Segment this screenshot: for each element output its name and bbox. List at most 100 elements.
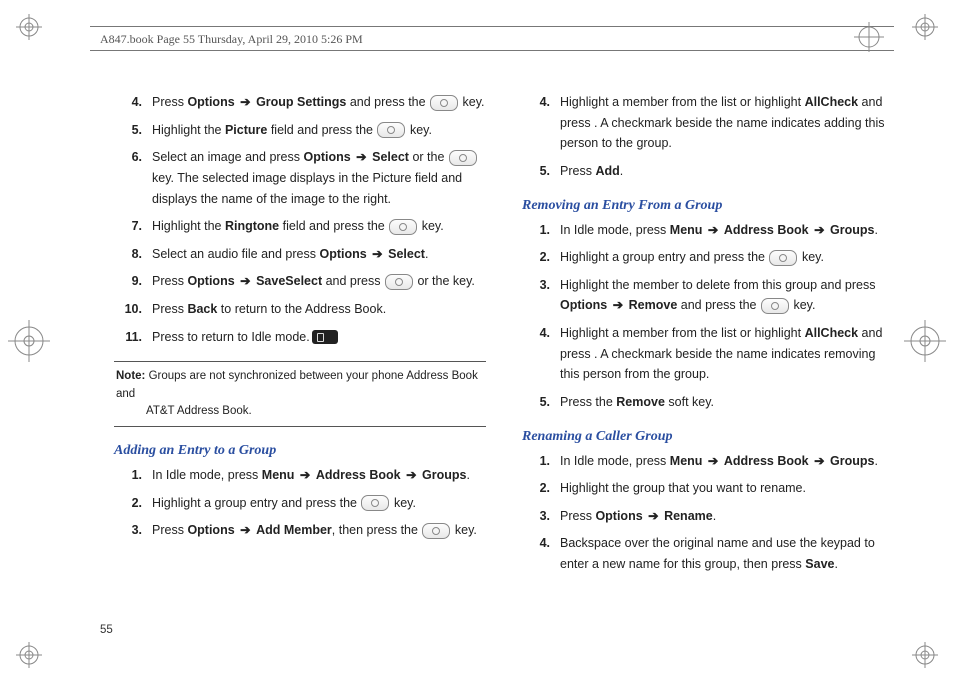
crop-mark-icon [16, 642, 42, 668]
step-text: Highlight the group that you want to ren… [560, 478, 894, 499]
step-item: 5.Press the Remove soft key. [522, 392, 894, 413]
step-text: Select an audio file and press Options ➔… [152, 244, 486, 265]
step-item: 8.Select an audio file and press Options… [114, 244, 486, 265]
header-rule [90, 26, 894, 27]
step-item: 4.Highlight a member from the list or hi… [522, 323, 894, 385]
step-text: Press Options ➔ Rename. [560, 506, 894, 527]
step-item: 6.Select an image and press Options ➔ Se… [114, 147, 486, 209]
step-item: 2.Highlight a group entry and press the … [522, 247, 894, 268]
step-text: Highlight a member from the list or high… [560, 323, 894, 385]
step-number: 3. [522, 275, 560, 316]
step-number: 3. [114, 520, 152, 541]
center-key-icon [430, 95, 458, 111]
crop-mark-icon [912, 14, 938, 40]
step-text: Highlight the member to delete from this… [560, 275, 894, 316]
step-number: 6. [114, 147, 152, 209]
step-item: 2.Highlight the group that you want to r… [522, 478, 894, 499]
step-number: 1. [522, 451, 560, 472]
center-key-icon [377, 122, 405, 138]
step-number: 8. [114, 244, 152, 265]
step-text: Press the Remove soft key. [560, 392, 894, 413]
step-number: 1. [114, 465, 152, 486]
step-item: 9.Press Options ➔ SaveSelect and press o… [114, 271, 486, 292]
registration-mark-icon [854, 22, 884, 52]
step-number: 4. [114, 92, 152, 113]
page-number: 55 [100, 624, 113, 636]
step-text: Press Options ➔ SaveSelect and press or … [152, 271, 486, 292]
note-text: Groups are not synchronized between your… [116, 370, 478, 399]
step-number: 2. [522, 247, 560, 268]
center-key-icon [361, 495, 389, 511]
header-rule [90, 50, 894, 51]
step-text: In Idle mode, press Menu ➔ Address Book … [560, 451, 894, 472]
step-number: 2. [114, 493, 152, 514]
step-number: 5. [522, 392, 560, 413]
note-text-cont: AT&T Address Book. [116, 403, 484, 420]
step-text: Highlight a group entry and press the ke… [152, 493, 486, 514]
registration-mark-icon [904, 320, 946, 362]
step-text: In Idle mode, press Menu ➔ Address Book … [560, 220, 894, 241]
step-number: 10. [114, 299, 152, 320]
note-box: Note: Groups are not synchronized betwee… [114, 361, 486, 427]
step-item: 5.Highlight the Picture field and press … [114, 120, 486, 141]
step-item: 3.Press Options ➔ Add Member, then press… [114, 520, 486, 541]
step-number: 1. [522, 220, 560, 241]
page-body: 4.Press Options ➔ Group Settings and pre… [114, 92, 894, 622]
step-item: 10.Press Back to return to the Address B… [114, 299, 486, 320]
step-list: 1.In Idle mode, press Menu ➔ Address Boo… [522, 220, 894, 413]
crop-mark-icon [16, 14, 42, 40]
step-list: 4.Highlight a member from the list or hi… [522, 92, 894, 182]
center-key-icon [422, 523, 450, 539]
registration-mark-icon [8, 320, 50, 362]
step-number: 11. [114, 327, 152, 348]
section-heading-removing-entry: Removing an Entry From a Group [522, 198, 894, 214]
step-item: 3.Press Options ➔ Rename. [522, 506, 894, 527]
step-item: 11.Press to return to Idle mode. [114, 327, 486, 348]
step-list: 4.Press Options ➔ Group Settings and pre… [114, 92, 486, 347]
step-text: Press Back to return to the Address Book… [152, 299, 486, 320]
step-number: 3. [522, 506, 560, 527]
step-item: 3.Highlight the member to delete from th… [522, 275, 894, 316]
center-key-icon [385, 274, 413, 290]
note-label: Note: [116, 370, 145, 382]
step-text: Highlight the Picture field and press th… [152, 120, 486, 141]
step-text: Press to return to Idle mode. [152, 327, 486, 348]
step-item: 4.Highlight a member from the list or hi… [522, 92, 894, 154]
step-item: 1.In Idle mode, press Menu ➔ Address Boo… [522, 451, 894, 472]
step-text: Highlight a member from the list or high… [560, 92, 894, 154]
step-text: Highlight a group entry and press the ke… [560, 247, 894, 268]
step-item: 4.Press Options ➔ Group Settings and pre… [114, 92, 486, 113]
right-column: 4.Highlight a member from the list or hi… [522, 92, 894, 622]
step-item: 7.Highlight the Ringtone field and press… [114, 216, 486, 237]
section-heading-renaming-group: Renaming a Caller Group [522, 429, 894, 445]
step-number: 5. [114, 120, 152, 141]
step-text: Press Add. [560, 161, 894, 182]
step-number: 5. [522, 161, 560, 182]
step-item: 5.Press Add. [522, 161, 894, 182]
step-list: 1.In Idle mode, press Menu ➔ Address Boo… [114, 465, 486, 541]
center-key-icon [389, 219, 417, 235]
step-text: Press Options ➔ Group Settings and press… [152, 92, 486, 113]
left-column: 4.Press Options ➔ Group Settings and pre… [114, 92, 486, 622]
step-item: 4.Backspace over the original name and u… [522, 533, 894, 574]
crop-mark-icon [912, 642, 938, 668]
step-number: 4. [522, 533, 560, 574]
end-key-icon [312, 330, 338, 344]
step-item: 2.Highlight a group entry and press the … [114, 493, 486, 514]
step-number: 9. [114, 271, 152, 292]
step-text: In Idle mode, press Menu ➔ Address Book … [152, 465, 486, 486]
step-text: Backspace over the original name and use… [560, 533, 894, 574]
step-text: Press Options ➔ Add Member, then press t… [152, 520, 486, 541]
step-number: 2. [522, 478, 560, 499]
center-key-icon [761, 298, 789, 314]
step-item: 1.In Idle mode, press Menu ➔ Address Boo… [114, 465, 486, 486]
center-key-icon [449, 150, 477, 166]
step-item: 1.In Idle mode, press Menu ➔ Address Boo… [522, 220, 894, 241]
step-number: 4. [522, 92, 560, 154]
step-number: 4. [522, 323, 560, 385]
step-text: Select an image and press Options ➔ Sele… [152, 147, 486, 209]
step-list: 1.In Idle mode, press Menu ➔ Address Boo… [522, 451, 894, 575]
step-number: 7. [114, 216, 152, 237]
center-key-icon [769, 250, 797, 266]
section-heading-adding-entry: Adding an Entry to a Group [114, 443, 486, 459]
